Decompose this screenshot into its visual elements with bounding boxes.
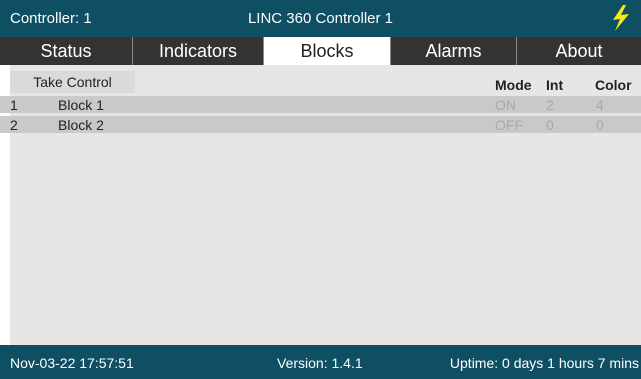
tab-blocks[interactable]: Blocks <box>264 37 391 65</box>
block-mode-value: ON <box>495 97 516 113</box>
status-footer: Nov-03-22 17:57:51 Version: 1.4.1 Uptime… <box>0 345 641 379</box>
block-color-value: 0 <box>596 117 604 133</box>
block-mode-value: OFF <box>495 117 523 133</box>
footer-version: Version: 1.4.1 <box>277 355 363 371</box>
footer-uptime: Uptime: 0 days 1 hours 7 mins <box>449 355 639 371</box>
lightning-bolt-icon <box>609 5 631 31</box>
block-int-value: 0 <box>546 117 554 133</box>
block-number: 2 <box>10 117 18 133</box>
tab-alarms[interactable]: Alarms <box>391 37 517 65</box>
block-int-value: 2 <box>546 97 554 113</box>
column-header-color: Color <box>595 77 632 93</box>
tab-about[interactable]: About <box>517 37 641 65</box>
column-header-mode: Mode <box>495 77 532 93</box>
block-name: Block 1 <box>58 97 104 113</box>
block-number: 1 <box>10 97 18 113</box>
block-name: Block 2 <box>58 117 104 133</box>
app-title: LINC 360 Controller 1 <box>247 10 394 27</box>
block-row[interactable]: 2 Block 2 OFF 0 0 <box>0 116 641 133</box>
header-bar: Controller: 1 LINC 360 Controller 1 <box>0 0 641 37</box>
tab-bar: Status Indicators Blocks Alarms About <box>0 37 641 65</box>
block-color-value: 4 <box>596 97 604 113</box>
tab-status[interactable]: Status <box>0 37 133 65</box>
footer-datetime: Nov-03-22 17:57:51 <box>10 355 134 371</box>
column-header-int: Int <box>546 77 564 93</box>
take-control-button[interactable]: Take Control <box>10 71 135 93</box>
tab-indicators[interactable]: Indicators <box>133 37 264 65</box>
block-row[interactable]: 1 Block 1 ON 2 4 <box>0 96 641 113</box>
